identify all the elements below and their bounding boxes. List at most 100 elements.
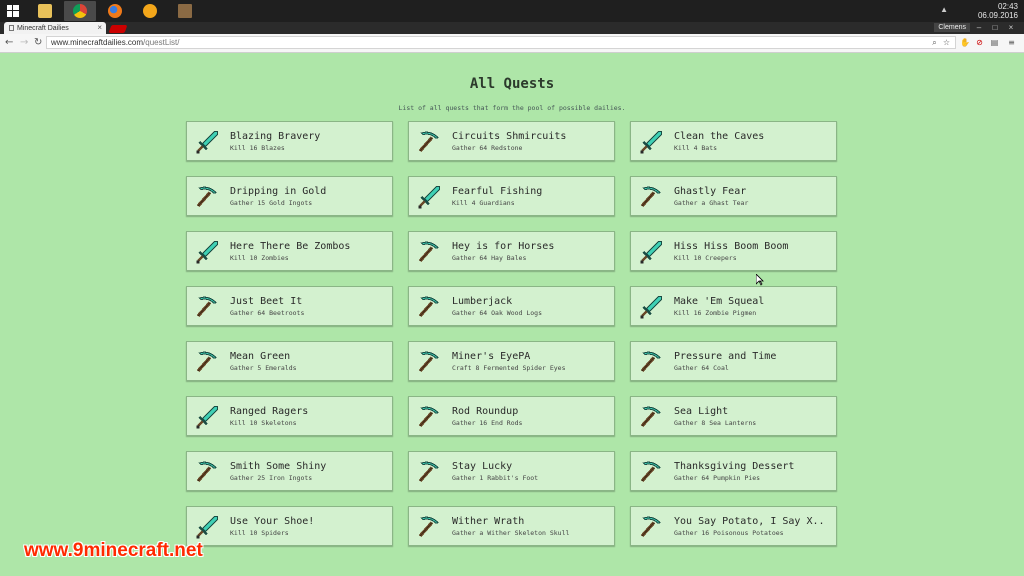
url-host: www.minecraftdailies.com <box>51 38 144 47</box>
quest-card[interactable]: Pressure and Time Gather 64 Coal <box>630 341 837 381</box>
diamond-pickaxe-icon <box>195 460 219 484</box>
taskbar-firefox-icon[interactable] <box>99 1 131 21</box>
diamond-pickaxe-icon <box>417 460 441 484</box>
tray-expand-icon[interactable]: ▲ <box>940 5 948 14</box>
quest-description: Gather 64 Oak Wood Logs <box>452 309 543 317</box>
minimize-icon[interactable]: – <box>972 22 986 33</box>
quest-card[interactable]: Smith Some Shiny Gather 25 Iron Ingots <box>186 451 393 491</box>
quest-description: Gather 1 Rabbit's Foot <box>452 474 539 482</box>
quest-name: Make 'Em Squeal <box>674 296 765 307</box>
quest-card[interactable]: Thanksgiving Dessert Gather 64 Pumpkin Pi… <box>630 451 837 491</box>
address-bar[interactable]: www.minecraftdailies.com/questList/ <box>46 36 956 49</box>
quest-name: Circuits Shmircuits <box>452 131 567 142</box>
quest-name: You Say Potato, I Say X.. <box>674 516 825 527</box>
diamond-pickaxe-icon <box>195 295 219 319</box>
quest-card[interactable]: Stay Lucky Gather 1 Rabbit's Foot <box>408 451 615 491</box>
tab-title: Minecraft Dailies <box>17 24 69 32</box>
quest-name: Stay Lucky <box>452 461 513 472</box>
quest-description: Gather a Wither Skeleton Skull <box>452 529 570 537</box>
new-tab-button[interactable] <box>108 25 128 33</box>
quest-card[interactable]: Hiss Hiss Boom Boom Kill 10 Creepers <box>630 231 837 271</box>
quest-card[interactable]: Here There Be Zombos Kill 10 Zombies <box>186 231 393 271</box>
diamond-sword-icon <box>417 185 441 209</box>
reload-icon[interactable]: ↻ <box>34 37 42 48</box>
quest-description: Gather 64 Beetroots <box>230 309 305 317</box>
quest-card[interactable]: You Say Potato, I Say X.. Gather 16 Poiso… <box>630 506 837 546</box>
bookmark-star-icon[interactable]: ☆ <box>942 38 951 47</box>
quest-name: Smith Some Shiny <box>230 461 327 472</box>
quest-card[interactable]: Miner's EyePA Craft 8 Fermented Spider Ey… <box>408 341 615 381</box>
quest-card[interactable]: Fearful Fishing Kill 4 Guardians <box>408 176 615 216</box>
browser-tab-strip: Minecraft Dailies × Clemens – □ × <box>0 22 1024 34</box>
quest-description: Gather 15 Gold Ingots <box>230 199 313 207</box>
taskbar-audio-player-icon[interactable] <box>134 1 166 21</box>
quest-name: Ranged Ragers <box>230 406 309 417</box>
window-close-icon[interactable]: × <box>1004 22 1018 33</box>
quest-description: Gather 16 End Rods <box>452 419 523 427</box>
quest-name: Just Beet It <box>230 296 303 307</box>
watermark: www.9minecraft.net <box>24 540 203 561</box>
quest-description: Gather 64 Coal <box>674 364 729 372</box>
quest-name: Thanksgiving Dessert <box>674 461 795 472</box>
adblock-icon[interactable]: ⊘ <box>975 38 984 47</box>
quest-card[interactable]: Lumberjack Gather 64 Oak Wood Logs <box>408 286 615 326</box>
diamond-pickaxe-icon <box>639 515 663 539</box>
quest-name: Pressure and Time <box>674 351 777 362</box>
diamond-sword-icon <box>195 130 219 154</box>
quest-card[interactable]: Make 'Em Squeal Kill 16 Zombie Pigmen <box>630 286 837 326</box>
diamond-pickaxe-icon <box>417 405 441 429</box>
zoom-icon[interactable]: ⌕ <box>930 38 939 47</box>
quest-name: Here There Be Zombos <box>230 241 351 252</box>
page-favicon-icon <box>9 25 14 31</box>
extension-icon[interactable]: ✋ <box>960 38 970 47</box>
browser-tab[interactable]: Minecraft Dailies × <box>4 22 106 34</box>
quest-name: Mean Green <box>230 351 291 362</box>
taskbar-file-explorer-icon[interactable] <box>29 1 61 21</box>
forward-arrow-icon[interactable]: → <box>20 37 28 48</box>
diamond-sword-icon <box>639 295 663 319</box>
quest-description: Kill 16 Blazes <box>230 144 285 152</box>
diamond-pickaxe-icon <box>417 515 441 539</box>
windows-start-button[interactable] <box>0 0 26 22</box>
diamond-pickaxe-icon <box>417 295 441 319</box>
diamond-pickaxe-icon <box>417 350 441 374</box>
tab-close-icon[interactable]: × <box>97 23 102 32</box>
quest-card[interactable]: Sea Light Gather 8 Sea Lanterns <box>630 396 837 436</box>
quest-name: Wither Wrath <box>452 516 525 527</box>
taskbar-minecraft-icon[interactable] <box>169 1 201 21</box>
back-arrow-icon[interactable]: ← <box>5 37 13 48</box>
quest-description: Gather a Ghast Tear <box>674 199 749 207</box>
quest-name: Ghastly Fear <box>674 186 747 197</box>
quest-description: Kill 10 Skeletons <box>230 419 297 427</box>
quest-description: Gather 25 Iron Ingots <box>230 474 313 482</box>
quest-card[interactable]: Clean the Caves Kill 4 Bats <box>630 121 837 161</box>
diamond-pickaxe-icon <box>639 405 663 429</box>
quest-description: Gather 16 Poisonous Potatoes <box>674 529 784 537</box>
quest-description: Kill 10 Zombies <box>230 254 289 262</box>
diamond-sword-icon <box>195 515 219 539</box>
quest-card[interactable]: Use Your Shoe! Kill 10 Spiders <box>186 506 393 546</box>
menu-icon[interactable]: ≡ <box>1007 38 1016 47</box>
diamond-pickaxe-icon <box>417 240 441 264</box>
taskbar-chrome-icon[interactable] <box>64 1 96 21</box>
quest-description: Kill 16 Zombie Pigmen <box>674 309 757 317</box>
quest-card[interactable]: Blazing Bravery Kill 16 Blazes <box>186 121 393 161</box>
quest-card[interactable]: Dripping in Gold Gather 15 Gold Ingots <box>186 176 393 216</box>
quest-card[interactable]: Ghastly Fear Gather a Ghast Tear <box>630 176 837 216</box>
quest-card[interactable]: Wither Wrath Gather a Wither Skeleton Sku… <box>408 506 615 546</box>
quest-card[interactable]: Ranged Ragers Kill 10 Skeletons <box>186 396 393 436</box>
quest-card[interactable]: Just Beet It Gather 64 Beetroots <box>186 286 393 326</box>
quest-description: Kill 4 Guardians <box>452 199 515 207</box>
system-clock[interactable]: ▲ 02:43 06.09.2016 <box>940 2 1018 20</box>
quest-card[interactable]: Rod Roundup Gather 16 End Rods <box>408 396 615 436</box>
quest-name: Use Your Shoe! <box>230 516 315 527</box>
quest-card[interactable]: Mean Green Gather 5 Emeralds <box>186 341 393 381</box>
quest-card[interactable]: Hey is for Horses Gather 64 Hay Bales <box>408 231 615 271</box>
quest-description: Kill 10 Creepers <box>674 254 737 262</box>
maximize-icon[interactable]: □ <box>988 22 1002 33</box>
extension-2-icon[interactable]: ▤ <box>990 38 999 47</box>
profile-button[interactable]: Clemens <box>934 23 970 32</box>
diamond-pickaxe-icon <box>639 460 663 484</box>
quest-name: Sea Light <box>674 406 729 417</box>
quest-card[interactable]: Circuits Shmircuits Gather 64 Redstone <box>408 121 615 161</box>
